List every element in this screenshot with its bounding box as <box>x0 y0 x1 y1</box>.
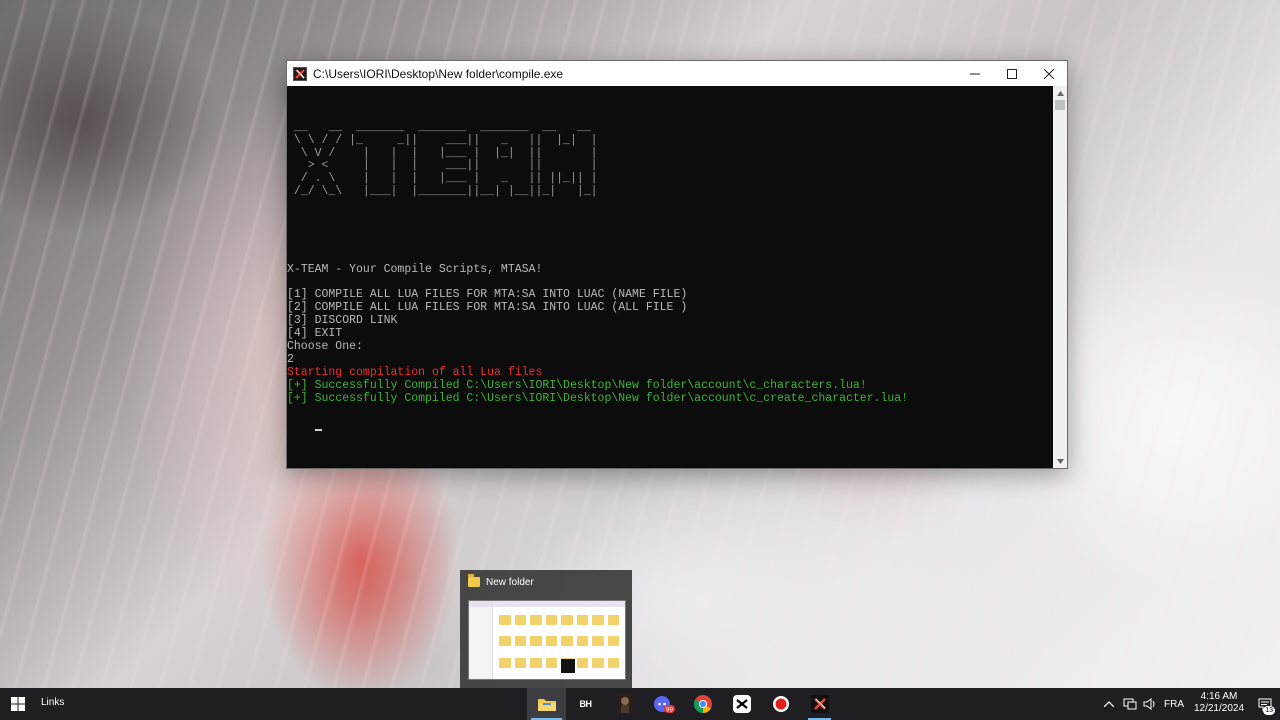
thumbnail-nav-pane <box>469 607 493 679</box>
minimize-button[interactable] <box>956 61 993 86</box>
success-line: [+] Successfully Compiled C:\Users\IORI\… <box>287 391 909 405</box>
taskbar-capcut[interactable] <box>722 688 761 720</box>
text-cursor <box>314 429 322 432</box>
status-line: Starting compilation of all Lua files <box>287 365 543 379</box>
taskbar-bh-app[interactable]: BH <box>566 688 605 720</box>
taskbar-recorder[interactable] <box>761 688 800 720</box>
record-icon <box>772 696 789 712</box>
taskbar-compile-exe[interactable] <box>800 688 839 720</box>
console-titlebar[interactable]: C:\Users\IORI\Desktop\New folder\compile… <box>287 61 1067 86</box>
console-line: X-TEAM - Your Compile Scripts, MTASA! <box>287 262 543 276</box>
clock-date: 12/21/2024 <box>1193 703 1245 714</box>
chevron-down-icon <box>1056 458 1064 464</box>
close-button[interactable] <box>1030 61 1067 86</box>
volume-button[interactable] <box>1140 688 1160 720</box>
network-icon <box>1123 698 1137 710</box>
x-team-ascii-banner: __ __ _______ _______ _______ __ __ \ \ … <box>287 120 1053 199</box>
maximize-button[interactable] <box>993 61 1030 86</box>
game-character-icon <box>616 694 633 714</box>
show-hidden-icons-button[interactable] <box>1098 688 1120 720</box>
ascii-banner-row: /_/ \_\ |___| |_______||__| |__||_| |_| <box>287 185 598 199</box>
success-line: [+] Successfully Compiled C:\Users\IORI\… <box>287 378 867 392</box>
links-toolbar[interactable]: Links <box>41 697 64 708</box>
start-button[interactable] <box>0 688 36 720</box>
console-lines: X-TEAM - Your Compile Scripts, MTASA! [1]… <box>287 262 1053 406</box>
taskbar-game-app[interactable] <box>605 688 644 720</box>
console-line: [4] EXIT <box>287 327 343 341</box>
discord-icon: 99 <box>653 696 675 714</box>
preview-header: New folder <box>460 570 632 594</box>
network-button[interactable] <box>1120 688 1140 720</box>
notification-count-badge: 13 <box>1263 706 1275 715</box>
explorer-thumbnail-preview[interactable]: New folder <box>460 570 632 688</box>
bh-text-icon: BH <box>579 699 593 709</box>
clock[interactable]: 4:16 AM 12/21/2024 <box>1188 688 1250 720</box>
svg-text:99: 99 <box>666 708 673 714</box>
speaker-icon <box>1143 698 1155 710</box>
taskbar-apps: BH 99 <box>527 688 839 720</box>
thumbnail-file-grid <box>499 615 619 675</box>
maximize-icon <box>1006 68 1017 79</box>
console-window[interactable]: C:\Users\IORI\Desktop\New folder\compile… <box>286 60 1068 469</box>
window-controls <box>956 61 1067 86</box>
scroll-up-button[interactable] <box>1053 86 1067 100</box>
clock-time: 4:16 AM <box>1200 691 1238 702</box>
console-output[interactable]: __ __ _______ _______ _______ __ __ \ \ … <box>287 86 1053 468</box>
ascii-banner-row: \ \ / / |_ _|| ___|| _ || |_| | <box>287 133 598 147</box>
console-line: Choose One: <box>287 340 363 354</box>
taskbar-chrome[interactable] <box>683 688 722 720</box>
chevron-up-icon <box>1056 90 1064 96</box>
folder-icon <box>468 574 480 587</box>
close-icon <box>1043 68 1054 79</box>
x-team-icon <box>810 695 829 713</box>
preview-title: New folder <box>486 576 534 588</box>
scroll-down-button[interactable] <box>1053 454 1067 468</box>
taskbar-discord[interactable]: 99 <box>644 688 683 720</box>
console-line: 2 <box>287 352 294 366</box>
folder-icon <box>537 699 556 711</box>
capcut-icon <box>732 695 751 713</box>
console-scrollbar[interactable] <box>1053 86 1067 468</box>
console-line: [3] DISCORD LINK <box>287 314 398 328</box>
x-team-icon <box>561 659 575 673</box>
taskbar: Links BH 99 FRA 4:16 AM 12/21/2024 13 <box>0 688 1280 720</box>
taskbar-file-explorer[interactable] <box>527 688 566 720</box>
windows-logo-icon <box>11 697 25 711</box>
scroll-thumb[interactable] <box>1055 100 1065 110</box>
system-tray: FRA 4:16 AM 12/21/2024 13 <box>1098 688 1280 720</box>
ascii-banner-row: __ __ _______ _______ _______ __ __ <box>287 120 598 134</box>
console-title: C:\Users\IORI\Desktop\New folder\compile… <box>313 66 564 81</box>
minimize-icon <box>969 73 980 74</box>
chrome-icon <box>693 695 712 713</box>
chevron-up-icon <box>1104 701 1114 707</box>
input-language[interactable]: FRA <box>1160 688 1188 720</box>
action-center-button[interactable]: 13 <box>1250 688 1280 720</box>
console-line: [2] COMPILE ALL LUA FILES FOR MTA:SA INT… <box>287 301 688 315</box>
preview-window-thumbnail[interactable] <box>468 600 626 680</box>
x-team-app-icon <box>293 66 307 81</box>
